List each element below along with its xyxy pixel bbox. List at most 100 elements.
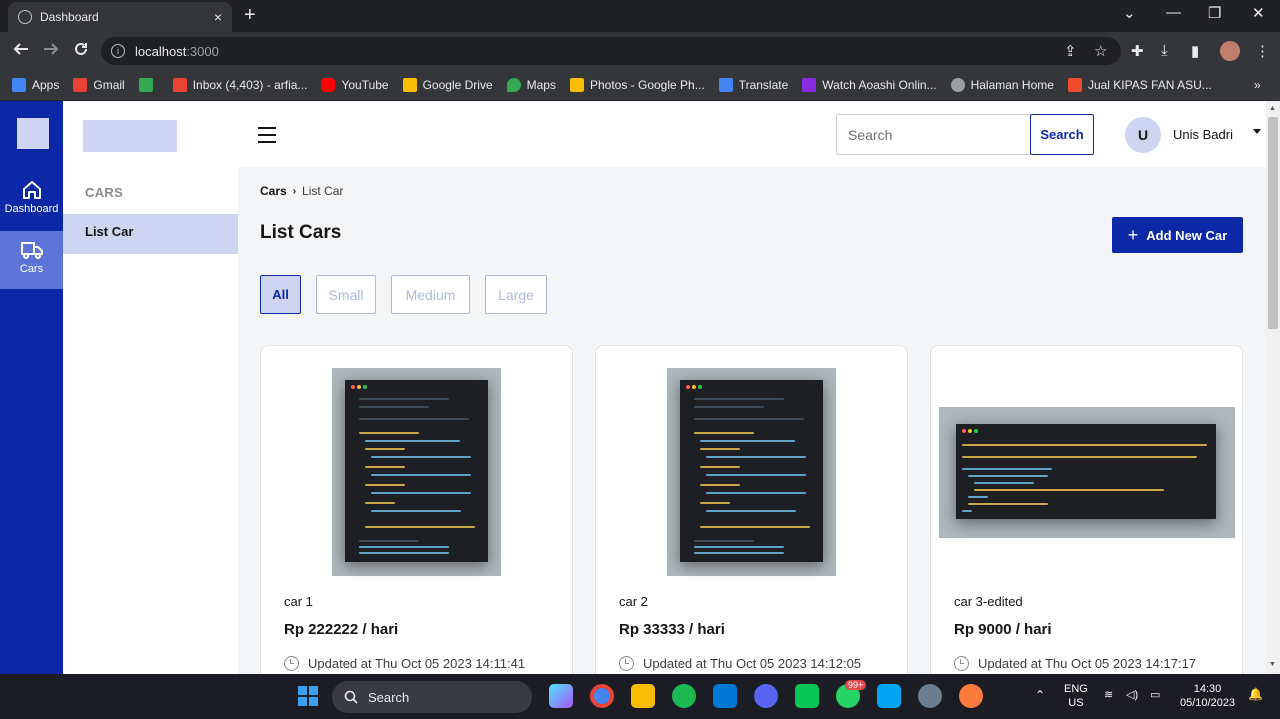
minimize-button[interactable]: — — [1166, 4, 1181, 21]
hamburger-menu-icon[interactable] — [258, 127, 276, 148]
sidebar-item-list-car[interactable]: List Car — [63, 214, 238, 254]
arrow-back-icon[interactable] — [12, 40, 30, 58]
copilot-icon[interactable] — [549, 684, 573, 708]
bookmark-maps[interactable]: Maps — [506, 77, 556, 92]
side-panel-icon[interactable]: ▮ — [1191, 42, 1199, 60]
filter-small-button[interactable]: Small — [316, 275, 376, 314]
rail-item-cars[interactable]: Cars — [0, 231, 63, 289]
close-window-button[interactable]: ✕ — [1252, 4, 1265, 22]
home-icon — [22, 181, 41, 199]
bookmark-google-drive[interactable]: Google Drive — [402, 77, 493, 92]
share-icon[interactable]: ⇪ — [1064, 42, 1077, 60]
apps-grid-icon — [12, 77, 26, 92]
page-scrollbar[interactable]: ▲ ▼ — [1266, 101, 1280, 674]
clock-icon — [954, 656, 969, 671]
tray-chevron-up-icon[interactable]: ⌃ — [1035, 688, 1045, 702]
bookmark-gmail[interactable]: Gmail — [73, 77, 125, 92]
bookmarks-overflow-button[interactable]: » — [1254, 78, 1261, 92]
rail-item-dashboard[interactable]: Dashboard — [0, 171, 63, 229]
clock-date[interactable]: 14:30 05/10/2023 — [1180, 682, 1235, 710]
bookmark-inbox[interactable]: Inbox (4,403) - arfia... — [172, 77, 307, 92]
gmail-icon — [73, 77, 88, 92]
bookmark-star-icon[interactable]: ☆ — [1094, 42, 1107, 60]
car-updated-text: Updated at Thu Oct 05 2023 14:17:17 — [978, 656, 1197, 671]
bookmark-aoashi[interactable]: Watch Aoashi Onlin... — [802, 77, 937, 92]
bookmark-jual-kipas[interactable]: Jual KIPAS FAN ASU... — [1067, 77, 1212, 92]
user-name[interactable]: Unis Badri — [1173, 127, 1233, 142]
gmail-icon — [172, 77, 187, 92]
breadcrumb-cars-link[interactable]: Cars — [260, 184, 287, 198]
language-indicator[interactable]: ENG US — [1064, 682, 1088, 710]
volume-icon[interactable]: ◁) — [1126, 688, 1138, 702]
menu-kebab-icon[interactable]: ⋮ — [1255, 42, 1270, 60]
address-bar[interactable]: i localhost:3000 — [101, 37, 1121, 65]
code-screenshot — [956, 424, 1216, 519]
taskbar-search[interactable]: Search — [332, 681, 532, 713]
car-card: car 1 Rp 222222 / hari Updated at Thu Oc… — [260, 345, 573, 674]
car-card: car 2 Rp 33333 / hari Updated at Thu Oct… — [595, 345, 908, 674]
car-updated: Updated at Thu Oct 05 2023 14:17:17 — [954, 656, 1196, 671]
settings-gear-icon[interactable] — [918, 684, 942, 708]
car-price: Rp 33333 / hari — [619, 621, 725, 638]
car-card: car 3-edited Rp 9000 / hari Updated at T… — [930, 345, 1243, 674]
bookmark-halaman-home[interactable]: Halaman Home — [950, 77, 1054, 92]
extensions-icon[interactable]: ✚ — [1131, 42, 1144, 60]
app-logo — [17, 118, 49, 149]
bookmark-apps[interactable]: Apps — [12, 77, 59, 92]
file-explorer-icon[interactable] — [631, 684, 655, 708]
search-icon — [344, 690, 358, 704]
filter-large-button[interactable]: Large — [485, 275, 547, 314]
clock-icon — [284, 656, 299, 671]
sub-sidebar: CARS List Car — [63, 101, 238, 674]
add-new-car-label: Add New Car — [1146, 227, 1228, 243]
wifi-icon[interactable]: ≋ — [1104, 688, 1113, 702]
bookmark-translate[interactable]: Translate — [718, 77, 788, 92]
url-port: :3000 — [186, 43, 219, 59]
sidebar-heading: CARS — [85, 185, 124, 200]
profile-avatar[interactable] — [1220, 41, 1240, 61]
bookmark-photos[interactable]: Photos - Google Ph... — [569, 77, 705, 92]
outlook-icon[interactable] — [877, 684, 901, 708]
car-name: car 2 — [619, 594, 648, 609]
bookmark-photos-pinwheel[interactable] — [138, 77, 159, 92]
spotify-icon[interactable] — [672, 684, 696, 708]
globe-icon — [18, 10, 32, 24]
download-icon[interactable]: ⤓ — [1161, 42, 1168, 59]
arrow-forward-icon[interactable] — [42, 40, 60, 58]
close-tab-icon[interactable]: × — [214, 9, 222, 25]
browser-tab[interactable]: Dashboard × — [8, 2, 232, 32]
car-updated: Updated at Thu Oct 05 2023 14:12:05 — [619, 656, 861, 671]
new-tab-button[interactable]: + — [244, 4, 256, 27]
maximize-button[interactable]: ❐ — [1208, 4, 1221, 22]
vscode-icon[interactable] — [713, 684, 737, 708]
postman-icon[interactable] — [959, 684, 983, 708]
tab-search-icon[interactable]: ⌄ — [1123, 4, 1136, 22]
battery-icon[interactable]: ▭ — [1150, 688, 1160, 702]
filter-medium-button[interactable]: Medium — [391, 275, 470, 314]
site-info-icon[interactable]: i — [111, 44, 125, 58]
youtube-icon — [321, 77, 336, 92]
chrome-icon[interactable] — [590, 684, 614, 708]
windows-start-icon[interactable] — [297, 685, 319, 707]
url-host: localhost — [135, 43, 187, 59]
discord-icon[interactable] — [754, 684, 778, 708]
chevron-right-icon: › — [292, 185, 297, 197]
search-button[interactable]: Search — [1030, 114, 1094, 155]
truck-icon — [20, 242, 43, 259]
clock-icon — [619, 656, 634, 671]
line-icon[interactable] — [795, 684, 819, 708]
scrollbar-thumb[interactable] — [1268, 117, 1278, 329]
filter-all-button[interactable]: All — [260, 275, 301, 314]
brand-logo — [83, 120, 177, 152]
scroll-up-arrow[interactable]: ▲ — [1269, 105, 1276, 112]
reload-icon[interactable] — [72, 40, 90, 58]
search-input[interactable] — [836, 114, 1031, 155]
add-new-car-button[interactable]: + Add New Car — [1112, 217, 1243, 253]
bookmark-youtube[interactable]: YouTube — [321, 77, 389, 92]
avatar[interactable]: U — [1125, 117, 1161, 153]
caret-down-icon[interactable] — [1253, 129, 1261, 134]
scroll-down-arrow[interactable]: ▼ — [1269, 661, 1276, 668]
rail-item-label: Dashboard — [4, 203, 59, 215]
maps-pin-icon — [506, 77, 521, 92]
notification-bell-icon[interactable]: 🔔 — [1248, 687, 1263, 701]
